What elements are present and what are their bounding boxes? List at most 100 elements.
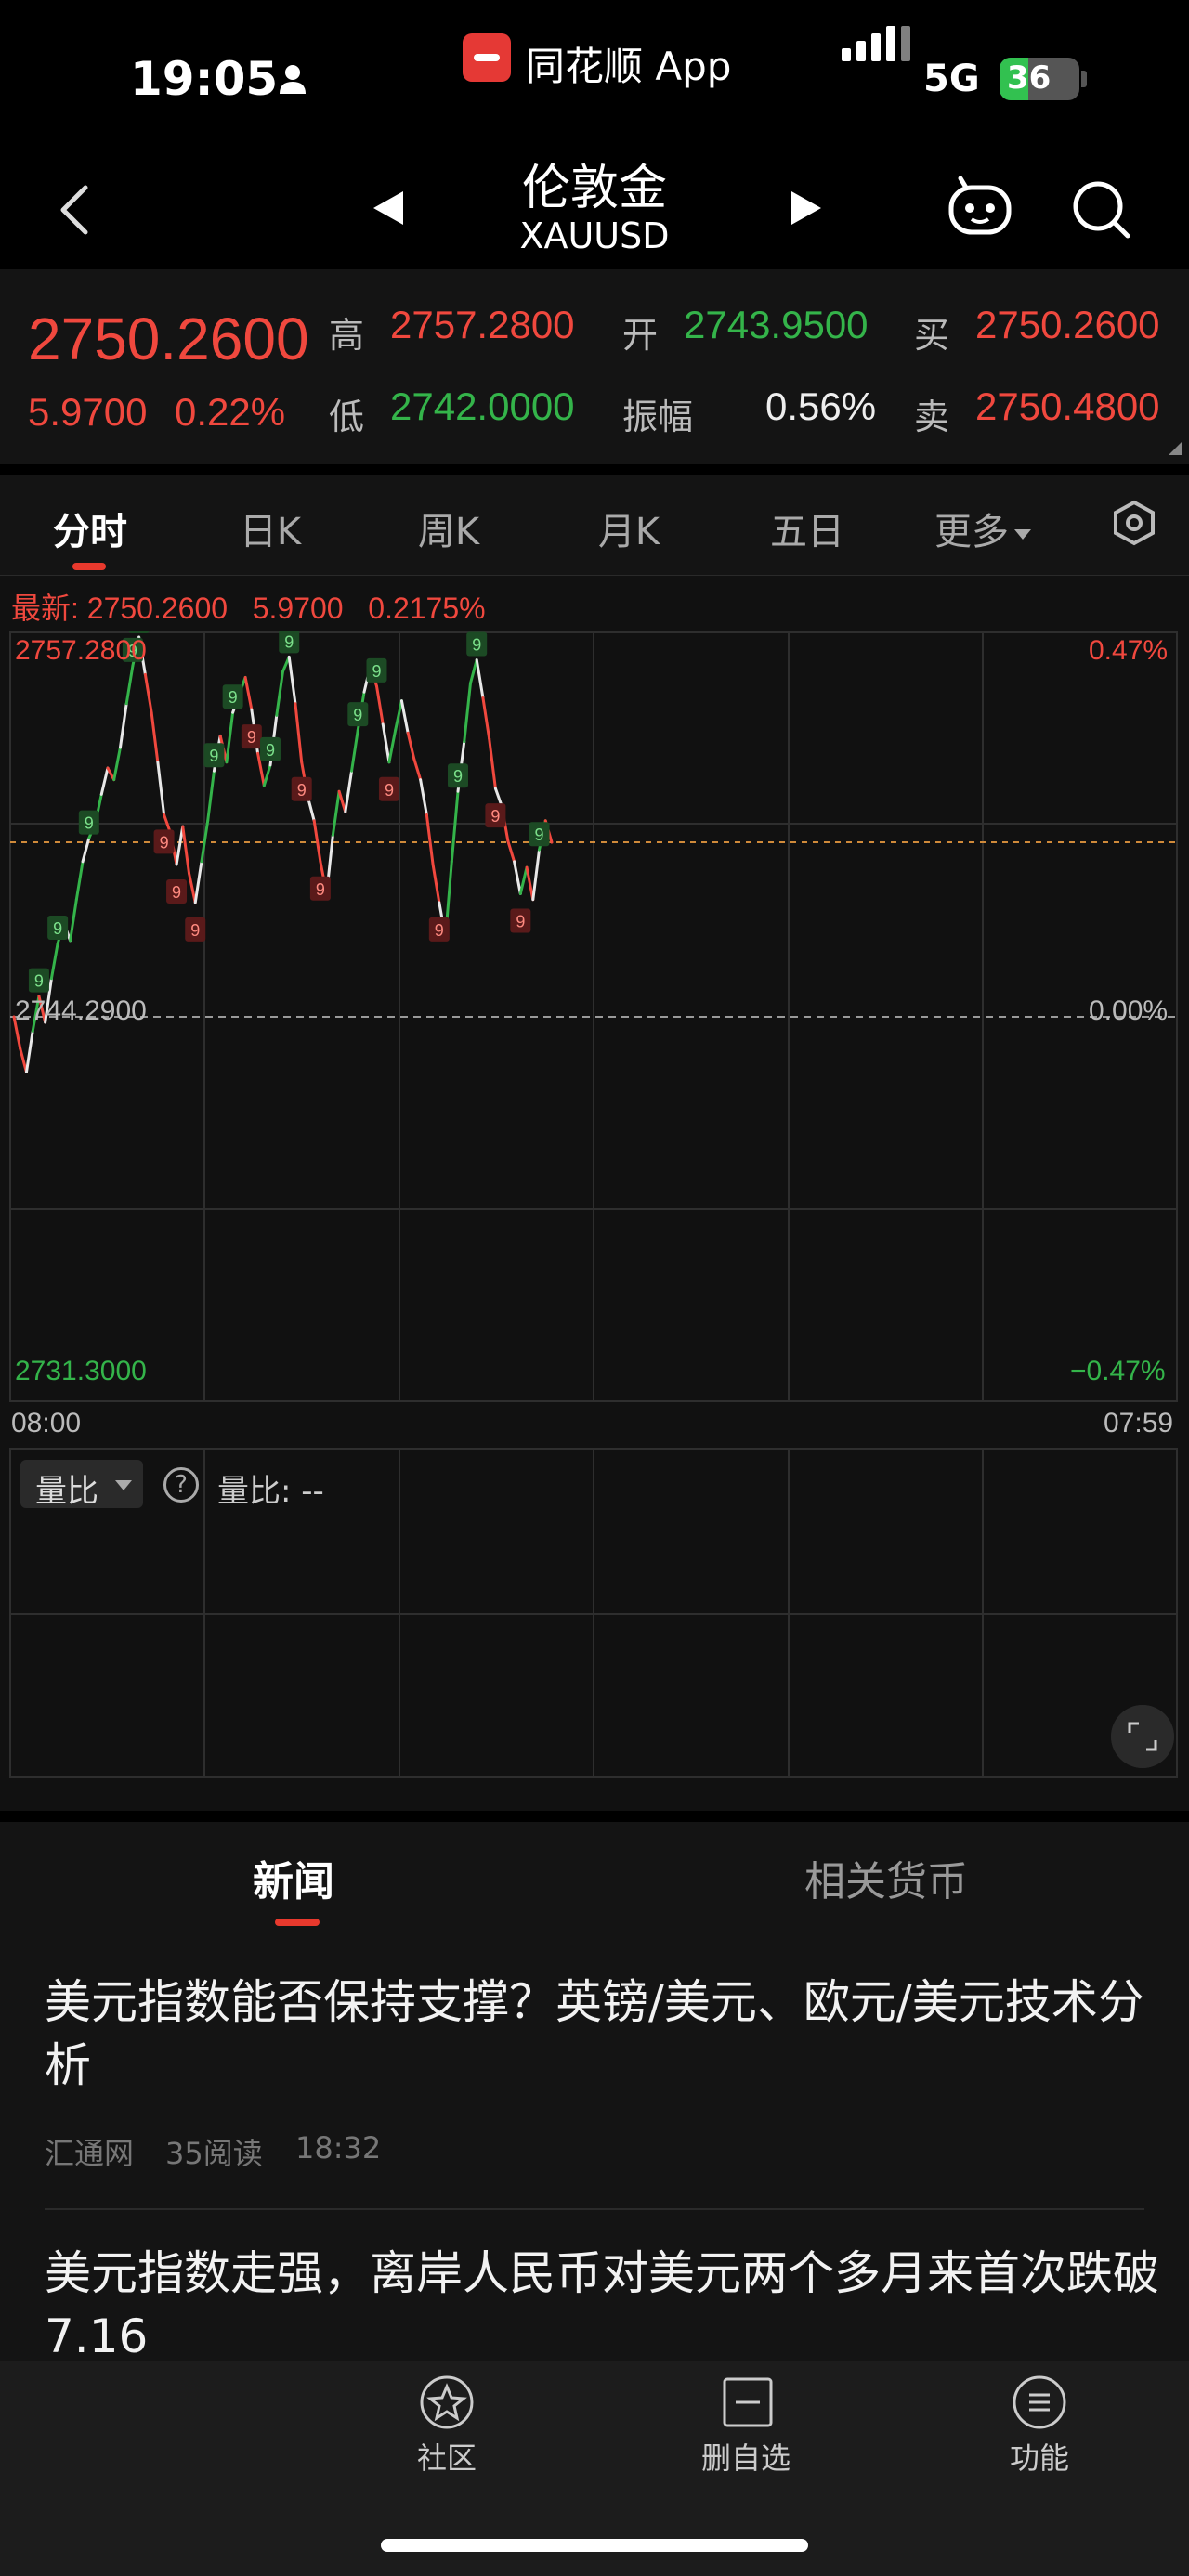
tab-intraday[interactable]: 分时 <box>48 501 132 555</box>
signal-marker: 9 <box>485 803 506 828</box>
app-banner-name[interactable]: 同花顺 App <box>526 35 731 92</box>
minus-square-icon[interactable] <box>719 2374 777 2431</box>
price-segment <box>399 699 410 735</box>
price-segment <box>525 865 535 902</box>
back-chevron-icon[interactable] <box>56 182 93 238</box>
settings-hexagon-icon[interactable] <box>1111 500 1157 546</box>
price-segment <box>275 670 284 717</box>
menu-circle-icon[interactable] <box>1011 2374 1068 2431</box>
price-change: 5.9700 <box>28 390 148 434</box>
tab-weekly-k[interactable]: 周K <box>407 501 490 555</box>
price-segment <box>294 702 304 764</box>
news-tab-indicator <box>275 1919 320 1926</box>
price-segment <box>143 672 153 714</box>
signal-marker-label: 9 <box>385 781 394 800</box>
home-indicator <box>381 2539 808 2552</box>
help-icon[interactable]: ? <box>163 1467 199 1503</box>
price-segment <box>406 731 416 761</box>
x-axis-start-label: 08:00 <box>11 1408 82 1438</box>
price-segment <box>513 860 522 895</box>
price-segment <box>350 728 359 773</box>
signal-marker-label: 9 <box>535 826 544 844</box>
signal-marker-label: 9 <box>53 919 62 938</box>
price-segment <box>81 837 91 864</box>
price-segment <box>181 825 191 875</box>
y-axis-mid-label: 2744.2900 <box>15 995 147 1026</box>
price-segment <box>381 722 391 764</box>
intraday-price-chart[interactable]: 999999999999999999999999 <box>0 631 1189 1402</box>
signal-marker-label: 9 <box>472 636 481 655</box>
price-segment <box>344 769 354 813</box>
signal-marker-label: 9 <box>353 706 362 724</box>
price-segment <box>243 675 254 711</box>
next-symbol-icon[interactable] <box>791 191 821 225</box>
price-segment <box>518 865 529 895</box>
price-segment <box>150 710 160 764</box>
chevron-down-icon <box>115 1480 132 1490</box>
signal-marker-label: 9 <box>34 972 44 991</box>
signal-marker: 9 <box>279 631 300 654</box>
price-segment <box>24 1029 34 1074</box>
expand-corner-icon[interactable] <box>1169 442 1182 455</box>
active-tab-indicator <box>72 563 106 570</box>
network-type: 5G <box>923 58 980 100</box>
search-icon[interactable] <box>1068 176 1133 241</box>
community-label[interactable]: 社区 <box>372 2435 521 2478</box>
last-price: 2750.2600 <box>28 306 309 372</box>
price-segment <box>419 778 428 816</box>
signal-marker-label: 9 <box>209 747 218 765</box>
signal-marker: 9 <box>466 631 488 657</box>
signal-marker: 9 <box>28 968 49 993</box>
news-item-title[interactable]: 美元指数走强，离岸人民币对美元两个多月来首次跌破7.16 <box>45 2242 1178 2361</box>
signal-marker: 9 <box>448 763 469 788</box>
price-segment <box>193 860 203 904</box>
low-label: 低 <box>329 397 365 437</box>
prev-symbol-icon[interactable] <box>373 191 403 225</box>
app-logo-icon <box>463 33 511 82</box>
tab-more[interactable]: 更多 <box>934 501 1046 555</box>
low-value: 2742.0000 <box>390 384 575 428</box>
price-segment <box>475 658 485 699</box>
signal-marker-label: 9 <box>435 921 444 940</box>
pct-axis-bottom-label: −0.47% <box>1070 1356 1166 1386</box>
price-segment <box>99 766 110 796</box>
pct-axis-mid-label: 0.00% <box>1089 995 1169 1026</box>
amplitude-value: 0.56% <box>765 384 877 428</box>
fullscreen-icon[interactable] <box>1111 1705 1174 1768</box>
tab-five-day[interactable]: 五日 <box>765 501 849 555</box>
signal-marker: 9 <box>78 810 99 835</box>
robot-assistant-icon[interactable] <box>946 175 1014 243</box>
signal-marker: 9 <box>291 776 312 801</box>
person-icon <box>280 65 306 94</box>
price-segment <box>463 682 472 744</box>
star-circle-icon[interactable] <box>418 2374 476 2431</box>
tab-more-label: 更多 <box>934 511 1009 553</box>
tab-monthly-k[interactable]: 月K <box>587 501 671 555</box>
price-segment <box>49 942 59 981</box>
tab-related-currency[interactable]: 相关货币 <box>804 1848 968 1907</box>
news-item-title[interactable]: 美元指数能否保持支撑？英镑/美元、欧元/美元技术分析 <box>45 1971 1178 2097</box>
price-segment <box>387 728 398 764</box>
tab-daily-k[interactable]: 日K <box>229 501 312 555</box>
tab-news[interactable]: 新闻 <box>253 1848 334 1907</box>
price-segment <box>69 898 78 943</box>
remove-watchlist-label[interactable]: 删自选 <box>672 2435 820 2478</box>
y-axis-bottom-label: 2731.3000 <box>15 1356 147 1386</box>
signal-marker-box <box>128 631 150 633</box>
functions-label[interactable]: 功能 <box>965 2435 1114 2478</box>
price-segment <box>206 769 216 823</box>
signal-marker: 9 <box>309 876 331 901</box>
signal-marker-label: 9 <box>160 833 169 852</box>
price-segment <box>225 710 235 764</box>
price-segment <box>488 737 497 790</box>
battery-cap <box>1081 71 1087 87</box>
open-label: 开 <box>622 315 659 356</box>
price-segment <box>374 684 385 726</box>
price-segment <box>118 702 128 749</box>
news-item-reads: 35阅读 <box>165 2136 263 2171</box>
signal-marker-label: 9 <box>516 912 525 930</box>
signal-marker-label: 9 <box>229 688 238 707</box>
signal-marker: 9 <box>347 702 369 727</box>
battery-icon: 36 <box>1000 58 1079 100</box>
latest-quote-line: 最新: 2750.2600 5.9700 0.2175% <box>11 592 486 625</box>
